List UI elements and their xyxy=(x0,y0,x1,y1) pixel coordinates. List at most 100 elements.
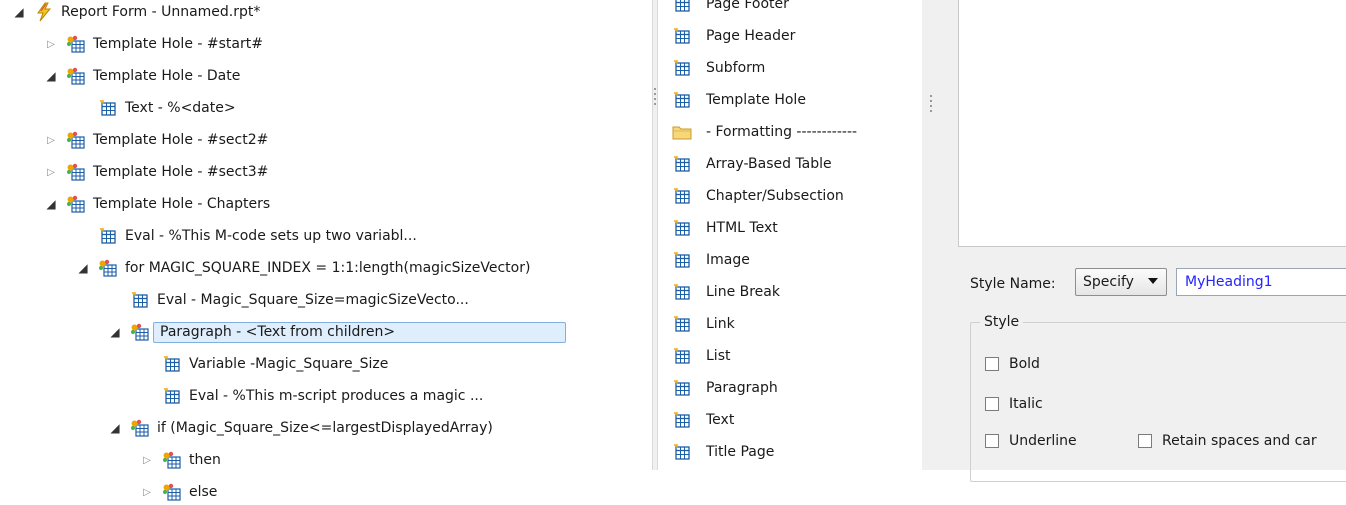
palette-item-label: Template Hole xyxy=(706,92,806,108)
collapsed-arrow-icon[interactable]: ▷ xyxy=(44,37,58,51)
palette-item[interactable]: Template Hole xyxy=(672,88,806,112)
template-hole-icon xyxy=(130,419,150,437)
palette-item[interactable]: Paragraph xyxy=(672,376,778,400)
tree-item[interactable]: ▷ else xyxy=(140,479,217,505)
palette-item[interactable]: Array-Based Table xyxy=(672,152,832,176)
pane-splitter[interactable] xyxy=(922,0,958,470)
palette-item-label: Image xyxy=(706,252,750,268)
palette-item[interactable]: Title Page xyxy=(672,440,774,464)
collapsed-arrow-icon[interactable]: ▷ xyxy=(140,485,154,499)
expanded-arrow-icon[interactable]: ◢ xyxy=(12,5,26,19)
tree-item[interactable]: ▷ Template Hole - #sect2# xyxy=(44,127,268,153)
palette-item[interactable]: HTML Text xyxy=(672,216,778,240)
retain-spaces-label: Retain spaces and car xyxy=(1162,433,1317,449)
palette-item-label: Array-Based Table xyxy=(706,156,832,172)
tree-item-label: Variable -Magic_Square_Size xyxy=(189,356,389,372)
italic-checkbox[interactable]: Italic xyxy=(985,396,1043,412)
collapsed-arrow-icon[interactable]: ▷ xyxy=(44,165,58,179)
tree-item[interactable]: ◢ if (Magic_Square_Size<=largestDisplayed… xyxy=(108,415,493,441)
style-name-label: Style Name: xyxy=(970,276,1056,292)
expanded-arrow-icon[interactable]: ◢ xyxy=(44,197,58,211)
palette-item[interactable]: Image xyxy=(672,248,750,272)
palette-item-label: - Formatting ------------ xyxy=(706,124,858,140)
tree-item[interactable]: Text - %<date> xyxy=(76,95,236,121)
retain-spaces-checkbox[interactable]: Retain spaces and car xyxy=(1138,433,1317,449)
tree-item-label: Template Hole - #sect2# xyxy=(93,132,269,148)
palette-item-label: Text xyxy=(706,412,735,428)
component-icon xyxy=(98,227,118,245)
tree-item-label: if (Magic_Square_Size<=largestDisplayedA… xyxy=(157,420,493,436)
tree-item[interactable]: Eval - %This M-code sets up two variabl.… xyxy=(76,223,417,249)
tree-item[interactable]: ◢ Template Hole - Chapters xyxy=(44,191,270,217)
palette-item-label: Title Page xyxy=(706,444,775,460)
bold-label: Bold xyxy=(1009,356,1040,372)
template-hole-icon xyxy=(66,195,86,213)
underline-checkbox[interactable]: Underline xyxy=(985,433,1077,449)
palette-item[interactable]: - Formatting ------------ xyxy=(672,120,857,144)
palette-item[interactable]: Subform xyxy=(672,56,765,80)
palette-item-label: Chapter/Subsection xyxy=(706,188,844,204)
component-icon xyxy=(672,251,692,269)
italic-label: Italic xyxy=(1009,396,1043,412)
tree-item-label: Template Hole - Date xyxy=(93,68,241,84)
palette-item[interactable]: Link xyxy=(672,312,735,336)
expanded-arrow-icon[interactable]: ◢ xyxy=(76,261,90,275)
tree-item-label: Eval - Magic_Square_Size=magicSizeVecto.… xyxy=(157,292,469,308)
palette-item[interactable]: List xyxy=(672,344,730,368)
collapsed-arrow-icon[interactable]: ▷ xyxy=(140,453,154,467)
tree-item[interactable]: ◢ for MAGIC_SQUARE_INDEX = 1:1:length(mag… xyxy=(76,255,530,281)
collapsed-arrow-icon[interactable]: ▷ xyxy=(44,133,58,147)
expanded-arrow-icon[interactable]: ◢ xyxy=(44,69,58,83)
palette-item[interactable]: Page Footer xyxy=(672,0,789,16)
tree-item-label: Template Hole - #start# xyxy=(93,36,263,52)
tree-item[interactable]: Eval - %This m-script produces a magic .… xyxy=(140,383,483,409)
tree-item[interactable]: ◢ Paragraph - <Text from children> xyxy=(108,319,567,345)
tree-item-label: Paragraph - <Text from children> xyxy=(153,321,567,343)
expanded-arrow-icon[interactable]: ◢ xyxy=(108,421,122,435)
pane-splitter[interactable] xyxy=(652,0,658,470)
palette-item-label: Paragraph xyxy=(706,380,778,396)
folder-icon xyxy=(672,123,692,141)
tree-item[interactable]: ▷ Template Hole - #sect3# xyxy=(44,159,268,185)
template-hole-icon xyxy=(162,451,182,469)
component-icon xyxy=(672,91,692,109)
tree-item[interactable]: ◢ Report Form - Unnamed.rpt* xyxy=(12,0,260,25)
template-hole-icon xyxy=(66,163,86,181)
component-icon xyxy=(672,315,692,333)
style-name-input[interactable]: MyHeading1 xyxy=(1176,268,1346,296)
palette-item[interactable]: Page Header xyxy=(672,24,795,48)
expanded-arrow-icon[interactable]: ◢ xyxy=(108,325,122,339)
checkbox-box[interactable] xyxy=(1138,434,1152,448)
palette-item[interactable]: Chapter/Subsection xyxy=(672,184,844,208)
dropdown-arrow-icon xyxy=(1148,278,1158,284)
checkbox-box[interactable] xyxy=(985,397,999,411)
tree-item[interactable]: ▷ then xyxy=(140,447,221,473)
palette-item-label: Subform xyxy=(706,60,766,76)
component-icon xyxy=(130,291,150,309)
palette-item[interactable]: Text xyxy=(672,408,734,432)
bold-checkbox[interactable]: Bold xyxy=(985,356,1040,372)
component-icon xyxy=(672,219,692,237)
tree-item[interactable]: Variable -Magic_Square_Size xyxy=(140,351,388,377)
component-icon xyxy=(672,379,692,397)
tree-item-label: else xyxy=(189,484,218,500)
template-hole-icon xyxy=(98,259,118,277)
template-hole-icon xyxy=(162,483,182,501)
component-icon xyxy=(672,27,692,45)
component-icon xyxy=(672,411,692,429)
style-name-select[interactable]: Specify xyxy=(1075,268,1167,296)
underline-label: Underline xyxy=(1009,433,1077,449)
tree-item[interactable]: Eval - Magic_Square_Size=magicSizeVecto.… xyxy=(108,287,469,313)
style-select-value: Specify xyxy=(1083,274,1134,290)
palette-item-label: List xyxy=(706,348,731,364)
template-hole-icon xyxy=(66,35,86,53)
palette-item-label: Page Header xyxy=(706,28,796,44)
tree-item[interactable]: ◢ Template Hole - Date xyxy=(44,63,240,89)
palette-item[interactable]: Line Break xyxy=(672,280,780,304)
tree-item[interactable]: ▷ Template Hole - #start# xyxy=(44,31,263,57)
checkbox-box[interactable] xyxy=(985,434,999,448)
component-icon xyxy=(672,347,692,365)
checkbox-box[interactable] xyxy=(985,357,999,371)
component-icon xyxy=(672,59,692,77)
